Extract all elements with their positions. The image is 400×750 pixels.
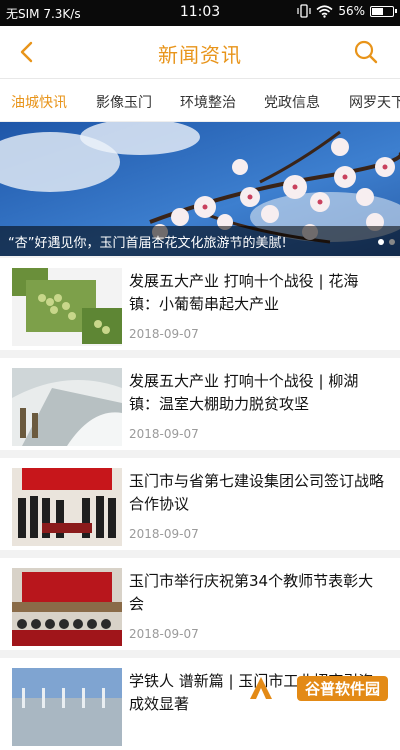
- status-bar: 无SIM 7.3K/s 11:03 56%: [0, 0, 400, 26]
- news-title: 玉门市与省第七建设集团公司签订战略合作协议: [129, 472, 385, 513]
- news-date: 2018-09-07: [129, 627, 199, 641]
- list-item[interactable]: 玉门市举行庆祝第34个教师节表彰大会 2018-09-07: [0, 558, 400, 650]
- tab-yumen-images[interactable]: 影像玉门: [96, 92, 152, 112]
- news-thumbnail-greenhouse: [12, 368, 122, 446]
- search-icon[interactable]: [352, 38, 380, 66]
- news-thumbnail-meeting: [12, 568, 122, 646]
- banner-carousel[interactable]: “杏”好遇见你，玉门首届杏花文化旅游节的美腻!: [0, 122, 400, 256]
- wifi-icon: [316, 4, 333, 18]
- battery-icon: [370, 5, 397, 17]
- battery-level: [372, 7, 383, 15]
- carousel-dot: [389, 239, 395, 245]
- page-title: 新闻资讯: [158, 43, 242, 67]
- status-icons: 56%: [297, 4, 397, 18]
- battery-percent: 56%: [338, 4, 365, 18]
- list-item[interactable]: 发展五大产业 打响十个战役 | 柳湖镇：温室大棚助力脱贫攻坚 2018-09-0…: [0, 358, 400, 450]
- news-title: 发展五大产业 打响十个战役 | 柳湖镇：温室大棚助力脱贫攻坚: [129, 372, 359, 413]
- watermark-icon: [250, 677, 272, 699]
- news-title: 玉门市举行庆祝第34个教师节表彰大会: [129, 572, 374, 613]
- nav-bar: 新闻资讯: [0, 26, 400, 79]
- news-title: 发展五大产业 打响十个战役 | 花海镇：小葡萄串起大产业: [129, 272, 359, 313]
- news-date: 2018-09-07: [129, 527, 199, 541]
- news-date: 2018-09-07: [129, 427, 199, 441]
- tab-world-news[interactable]: 网罗天下: [349, 92, 400, 112]
- vibrate-icon: [297, 4, 311, 18]
- banner-caption: “杏”好遇见你，玉门首届杏花文化旅游节的美腻!: [0, 226, 400, 256]
- list-item[interactable]: 学铁人 谱新篇 | 玉门市工业招商引资成效显著: [0, 658, 400, 750]
- news-thumbnail-industry: [12, 668, 122, 746]
- list-item[interactable]: 玉门市与省第七建设集团公司签订战略合作协议 2018-09-07: [0, 458, 400, 550]
- news-thumbnail-grapes: [12, 268, 122, 346]
- carousel-dot-active: [378, 239, 384, 245]
- watermark-text: 谷普软件园: [296, 676, 388, 701]
- news-thumbnail-signing: [12, 468, 122, 546]
- watermark-logo: 谷普软件园: [246, 673, 396, 703]
- tab-government-info[interactable]: 党政信息: [264, 92, 320, 112]
- list-item[interactable]: 发展五大产业 打响十个战役 | 花海镇：小葡萄串起大产业 2018-09-07: [0, 258, 400, 350]
- news-date: 2018-09-07: [129, 327, 199, 341]
- category-tabs: 油城快讯 影像玉门 环境整治 党政信息 网罗天下: [0, 79, 400, 122]
- tab-environment[interactable]: 环境整治: [180, 92, 236, 112]
- tab-youcheng-news[interactable]: 油城快讯: [11, 92, 67, 112]
